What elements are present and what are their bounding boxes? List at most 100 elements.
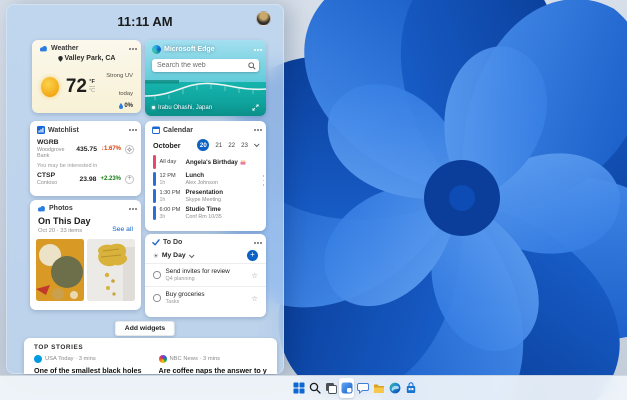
- weather-location: Valley Park, CA: [65, 55, 116, 62]
- complete-task-circle[interactable]: [153, 294, 161, 302]
- calendar-event[interactable]: 1:30 PM 1h Presentation Skype Meeting: [153, 189, 258, 203]
- weather-precipitation: 0%: [124, 103, 133, 109]
- star-icon[interactable]: ☆: [251, 294, 258, 303]
- day-chip[interactable]: 23: [241, 142, 248, 149]
- see-all-link[interactable]: See all: [112, 226, 133, 233]
- complete-task-circle[interactable]: [153, 271, 161, 279]
- star-icon[interactable]: ☆: [251, 271, 258, 280]
- more-options-icon[interactable]: [257, 129, 259, 131]
- top-stories-card: TOP STORIES USA Today · 3 mins One of th…: [24, 338, 277, 374]
- nbc-news-logo-icon: [159, 355, 167, 363]
- chat-button[interactable]: [355, 378, 370, 398]
- start-button[interactable]: [291, 378, 306, 398]
- top-stories-heading: TOP STORIES: [24, 338, 277, 351]
- cloud-icon: [39, 45, 48, 52]
- search-icon[interactable]: [248, 62, 256, 70]
- calendar-event[interactable]: 6:00 PM 3h Studio Time Conf Rm 10/35: [153, 206, 258, 220]
- chevron-down-icon[interactable]: [189, 252, 195, 258]
- stock-symbol: CTSP: [37, 172, 79, 179]
- droplet-icon: [119, 103, 123, 109]
- todo-widget[interactable]: To Do ☀ My Day + Send invites for review…: [145, 234, 266, 317]
- story-meta: USA Today · 3 mins: [45, 356, 96, 362]
- task-row[interactable]: Send invites for review Q4 planning ☆: [145, 263, 266, 286]
- edge-widget[interactable]: Microsoft Edge Irabu Ohashi, Japan: [145, 40, 266, 116]
- search-input[interactable]: [157, 62, 248, 69]
- stock-settings-button[interactable]: [125, 145, 134, 154]
- unit-fahrenheit[interactable]: °F: [89, 79, 95, 87]
- stock-price: 435.75: [76, 146, 97, 153]
- file-explorer-button[interactable]: [371, 378, 386, 398]
- task-list-name: Tasks: [166, 299, 247, 305]
- photos-title: Photos: [49, 205, 73, 212]
- day-chip[interactable]: 21: [215, 142, 222, 149]
- event-duration: 1h: [160, 197, 186, 203]
- stocks-icon: [37, 126, 45, 134]
- stock-change: ↓1.67%: [101, 146, 121, 152]
- watchlist-suggestion-label: You may be interested in: [30, 159, 141, 169]
- task-title: Buy groceries: [166, 291, 247, 298]
- calendar-event[interactable]: 12 PM 1h Lunch Alex Johnson: [153, 172, 258, 186]
- news-story[interactable]: USA Today · 3 mins One of the smallest b…: [34, 355, 143, 374]
- day-chip[interactable]: 22: [228, 142, 235, 149]
- more-options-icon[interactable]: [257, 242, 259, 244]
- photos-widget[interactable]: Photos On This Day Oct 20 · 33 items See…: [30, 200, 141, 310]
- add-task-button[interactable]: +: [247, 250, 258, 261]
- weather-title: Weather: [51, 45, 79, 52]
- plus-icon: +: [127, 175, 131, 182]
- photo-thumbnail-abstract[interactable]: [36, 239, 84, 301]
- watchlist-widget[interactable]: Watchlist WGRB Woodgrove Bank 435.75 ↓1.…: [30, 121, 141, 196]
- user-avatar[interactable]: [256, 11, 271, 26]
- story-headline: Are coffee naps the answer to your: [159, 366, 268, 374]
- news-story[interactable]: NBC News · 3 mins Are coffee naps the an…: [159, 355, 268, 374]
- event-time: All day: [160, 159, 186, 165]
- search-button[interactable]: [307, 378, 322, 398]
- add-widgets-button[interactable]: Add widgets: [115, 321, 175, 336]
- event-title: Lunch: [186, 172, 205, 179]
- widgets-panel: 11:11 AM Weather Valley Park, CA 72 °F °…: [6, 4, 284, 374]
- calendar-event[interactable]: All day Angela's Birthday: [153, 155, 258, 169]
- edge-photo-caption: Irabu Ohashi, Japan: [158, 105, 212, 111]
- scrollbar[interactable]: [263, 175, 265, 186]
- photos-heading: On This Day: [38, 216, 91, 226]
- stock-price: 23.98: [79, 176, 96, 183]
- task-list-name: Q4 planning: [166, 276, 247, 282]
- more-options-icon[interactable]: [132, 48, 134, 50]
- more-options-icon[interactable]: [257, 49, 259, 51]
- edge-browser-button[interactable]: [387, 378, 402, 398]
- event-time: 6:00 PM: [160, 207, 186, 213]
- store-button[interactable]: [403, 378, 418, 398]
- add-to-watchlist-button[interactable]: +: [125, 175, 134, 184]
- event-subtitle: Conf Rm 10/35: [186, 214, 259, 220]
- chevron-down-icon[interactable]: [254, 141, 260, 147]
- widgets-button[interactable]: [339, 378, 354, 398]
- story-meta: NBC News · 3 mins: [170, 356, 221, 362]
- location-pin-icon: [58, 56, 63, 62]
- weather-widget[interactable]: Weather Valley Park, CA 72 °F °C Strong …: [32, 40, 141, 113]
- stock-change: +2.23%: [100, 176, 121, 182]
- edge-title: Microsoft Edge: [164, 46, 215, 53]
- day-chip-selected[interactable]: 20: [197, 139, 209, 151]
- photo-thumbnail-balloon[interactable]: [87, 239, 135, 301]
- event-duration: 1h: [160, 180, 186, 186]
- taskbar: [0, 375, 627, 400]
- stock-row-wgrb[interactable]: WGRB Woodgrove Bank 435.75 ↓1.67%: [30, 136, 141, 159]
- event-title: Presentation: [186, 189, 223, 196]
- stock-row-ctsp[interactable]: CTSP Contoso 23.98 +2.23% +: [30, 169, 141, 186]
- expand-icon[interactable]: [252, 104, 259, 111]
- more-options-icon[interactable]: [132, 129, 134, 131]
- photos-meta: Oct 20 · 33 items: [38, 228, 91, 234]
- event-time: 12 PM: [160, 173, 186, 179]
- weather-condition: Strong UV today: [106, 73, 133, 97]
- calendar-widget[interactable]: Calendar October 20 21 22 23 All day Ang…: [145, 121, 266, 231]
- calendar-month: October: [153, 141, 181, 150]
- web-search-bar[interactable]: [152, 59, 259, 72]
- clock: 11:11 AM: [6, 14, 284, 29]
- task-view-button[interactable]: [323, 378, 338, 398]
- task-row[interactable]: Buy groceries Tasks ☆: [145, 286, 266, 309]
- stock-symbol: WGRB: [37, 139, 76, 146]
- list-selector[interactable]: My Day: [162, 252, 186, 259]
- stock-name: Contoso: [37, 180, 79, 186]
- watchlist-title: Watchlist: [48, 127, 79, 134]
- cake-icon: [240, 159, 246, 165]
- more-options-icon[interactable]: [132, 208, 134, 210]
